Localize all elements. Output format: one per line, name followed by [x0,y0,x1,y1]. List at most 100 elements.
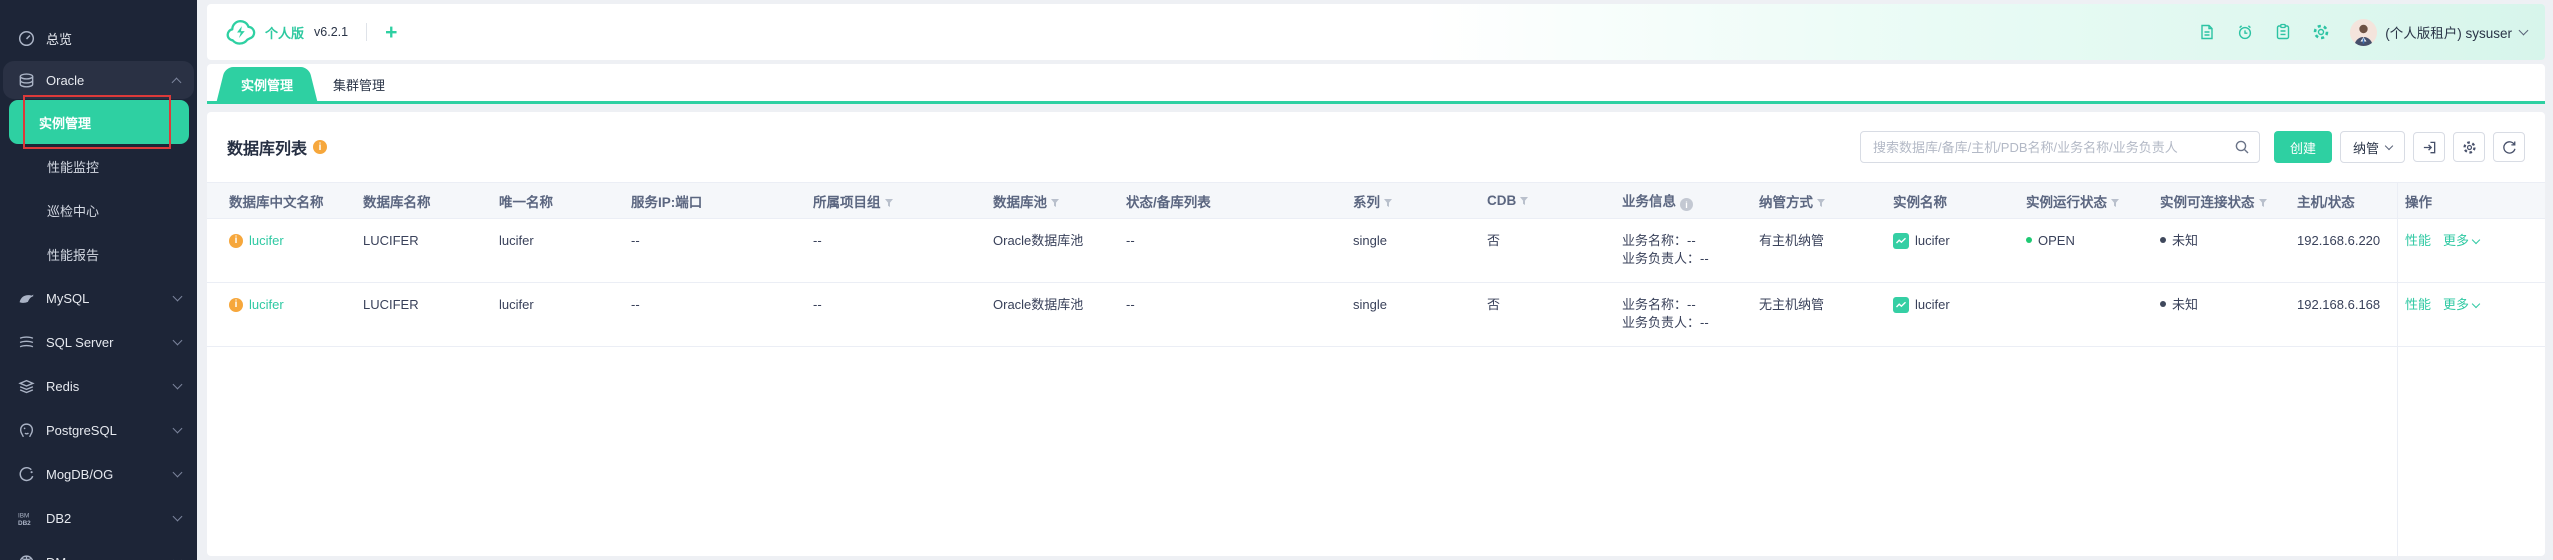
instance-monitor-icon [1893,233,1909,249]
sidebar-item-label: 巡检中心 [47,203,100,219]
sidebar-item-sqlserver[interactable]: SQL Server [0,320,197,364]
app-logo-icon [226,20,256,45]
biz-name: 业务名称：-- [1622,297,1696,312]
sidebar-item-label: Redis [46,378,80,394]
col-biz-info: 业务信息 i [1622,182,1759,219]
import-button[interactable] [2413,132,2445,162]
sqlserver-icon [18,334,35,351]
postgresql-icon [18,422,35,439]
topbar-actions: (个人版租户) sysuser [2198,18,2529,46]
db-pool-cell: Oracle数据库池 [993,282,1126,347]
product-name: 个人版 [265,25,305,41]
user-menu[interactable]: (个人版租户) sysuser [2350,18,2529,46]
sidebar-item-performance-report[interactable]: 性能报告 [0,232,197,276]
status-dot-unknown [2160,301,2166,307]
search-icon[interactable] [2234,139,2250,155]
sidebar-item-postgresql[interactable]: PostgreSQL [0,408,197,452]
info-icon[interactable]: i [313,140,328,154]
performance-link[interactable]: 性能 [2405,296,2431,314]
sidebar-item-label: 实例管理 [39,115,92,131]
sidebar-item-dm[interactable]: DM [0,540,197,560]
more-dropdown[interactable]: 更多 [2443,296,2481,314]
search-input[interactable] [1859,131,2260,163]
mysql-icon [18,290,35,307]
gauge-icon [18,30,35,47]
alarm-icon[interactable] [2236,23,2254,41]
chevron-down-icon [172,511,183,521]
create-button[interactable]: 创建 [2273,131,2332,163]
sidebar-item-instance-management[interactable]: 实例管理 [9,100,189,144]
sidebar-item-label: DM [46,555,66,560]
refresh-button[interactable] [2493,132,2525,162]
actions-cell: 性能 更多 [2405,282,2545,347]
sidebar-item-mysql[interactable]: MySQL [0,276,197,320]
manage-label: 纳管 [2352,140,2379,156]
table-header-row: 数据库中文名称 数据库名称 唯一名称 服务IP:端口 所属项目组 数据库池 状态… [207,182,2545,219]
document-icon[interactable] [2198,23,2216,41]
col-service-ip: 服务IP:端口 [631,182,813,219]
run-status-cell [2026,282,2160,347]
cdb-cell: 否 [1487,218,1622,283]
mogdb-icon [18,466,35,483]
col-cdb: CDB [1487,182,1622,219]
sidebar-item-db2[interactable]: IBM DB2 DB2 [0,496,197,540]
filter-icon[interactable] [1050,196,1060,211]
col-standby-list: 状态/备库列表 [1126,182,1353,219]
status-dot-unknown [2160,237,2166,243]
col-actions: 操作 [2405,182,2545,219]
instance-monitor-icon [1893,297,1909,313]
db-cn-name-link[interactable]: lucifer [249,232,284,250]
col-instance-name: 实例名称 [1893,182,2026,219]
clipboard-icon[interactable] [2274,23,2292,41]
connect-status-cell: 未知 [2160,282,2297,347]
sidebar-item-label: MySQL [46,290,90,306]
filter-icon[interactable] [1383,196,1393,211]
performance-link[interactable]: 性能 [2405,232,2431,250]
series-cell: single [1353,282,1487,347]
content-card: 数据库列表 i 创建 纳管 [207,112,2545,556]
tab-instance-management[interactable]: 实例管理 [229,67,306,101]
sidebar-item-inspection-center[interactable]: 巡检中心 [0,188,197,232]
warning-info-icon[interactable]: i [229,298,243,312]
sidebar-item-mogdb[interactable]: MogDB/OG [0,452,197,496]
actions-cell: 性能 更多 [2405,218,2545,283]
sidebar-item-redis[interactable]: Redis [0,364,197,408]
filter-icon[interactable] [1816,196,1826,211]
col-connect-status: 实例可连接状态 [2160,182,2297,219]
host-cell: 192.168.6.168 [2297,282,2405,347]
settings-gear-icon[interactable] [2312,23,2330,41]
biz-owner: 业务负责人：-- [1622,315,1709,330]
biz-name: 业务名称：-- [1622,233,1696,248]
search-box [1859,131,2260,163]
chevron-down-icon [172,291,183,301]
dm-icon [18,554,35,560]
filter-icon[interactable] [2258,196,2268,211]
sidebar-item-performance-monitor[interactable]: 性能监控 [0,144,197,188]
project-group-cell: -- [813,218,993,283]
standby-list-cell: -- [1126,282,1353,347]
database-table: 数据库中文名称 数据库名称 唯一名称 服务IP:端口 所属项目组 数据库池 状态… [207,182,2545,347]
col-manage-mode: 纳管方式 [1759,182,1893,219]
db-cn-name-link[interactable]: lucifer [249,296,284,314]
warning-info-icon[interactable]: i [229,234,243,248]
fixed-column-divider [2397,182,2398,556]
filter-icon[interactable] [884,196,894,211]
chevron-down-icon [2471,299,2481,308]
redis-icon [18,378,35,395]
filter-icon[interactable] [2110,196,2120,211]
sidebar-item-overview[interactable]: 总览 [0,16,197,60]
tab-label: 实例管理 [241,77,294,93]
column-settings-button[interactable] [2453,132,2485,162]
manage-mode-cell: 有主机纳管 [1759,218,1893,283]
more-dropdown[interactable]: 更多 [2443,232,2481,250]
add-tab-button[interactable]: + [385,22,397,43]
sidebar-item-oracle[interactable]: Oracle [3,61,194,99]
manage-dropdown-button[interactable]: 纳管 [2339,131,2405,163]
filter-icon[interactable] [1519,194,1529,209]
oracle-db-icon [18,72,35,89]
info-icon[interactable]: i [1680,198,1693,212]
biz-owner: 业务负责人：-- [1622,251,1709,266]
tab-cluster-management[interactable]: 集群管理 [305,67,413,101]
host-cell: 192.168.6.220 [2297,218,2405,283]
svg-text:IBM: IBM [18,512,29,519]
